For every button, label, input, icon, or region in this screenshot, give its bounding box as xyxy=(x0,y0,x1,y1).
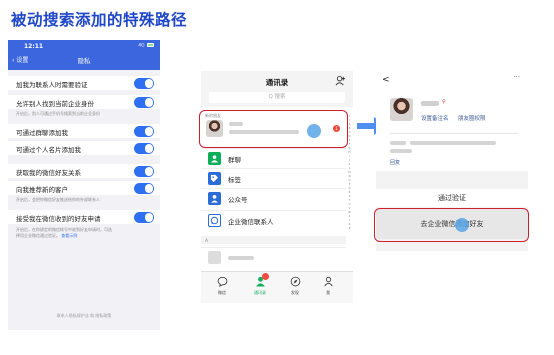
tab-me[interactable]: 我 xyxy=(313,276,343,296)
group-chat-icon xyxy=(208,152,221,165)
toggle-switch[interactable] xyxy=(134,126,154,137)
item-label: 企业微信联系人 xyxy=(228,218,274,226)
bottom-tab-bar: 微信 通讯录 发现 我 xyxy=(201,271,353,303)
blurred-text xyxy=(390,141,406,145)
blurred-name xyxy=(228,256,254,260)
tag-icon xyxy=(208,172,221,185)
item-label: 公众号 xyxy=(228,196,248,204)
tab-discover[interactable]: 发现 xyxy=(280,276,310,296)
unread-badge xyxy=(262,273,269,280)
status-signal: 4G xyxy=(138,43,154,49)
toggle-switch[interactable] xyxy=(134,183,154,194)
contact-row[interactable] xyxy=(201,247,346,266)
profile-card: < ··· ♀ 设置备注名 朋友圈权限 回复 xyxy=(376,71,528,171)
setting-row-find-enterprise-identity: 允许别人找到当前企业身份 xyxy=(8,95,160,109)
tab-label: 微信 xyxy=(218,290,226,295)
section-letter: A xyxy=(205,239,209,244)
contacts-item-wecom[interactable]: 企业微信联系人 xyxy=(201,210,346,229)
privacy-footer[interactable]: 联系人隐私保护法 和 隐私政策 xyxy=(8,313,160,319)
privacy-header: 12:11 4G ‹ 设置 隐私 xyxy=(8,40,160,70)
note-text: 择用企业微信通过验证。 xyxy=(16,233,60,238)
note-line: 择用企业微信通过验证。 查看示例 xyxy=(16,233,156,239)
wecom-contacts-icon xyxy=(208,214,221,227)
tap-indicator xyxy=(307,124,321,138)
blurred-text xyxy=(410,141,496,145)
blurred-text xyxy=(390,149,412,153)
setting-row-wechat-relations: 获取我的微信好友关系 xyxy=(8,164,160,178)
tab-label: 我 xyxy=(326,290,330,295)
setting-row-accept-wechat-requests: 接受我在微信收到的好友申请 xyxy=(8,210,160,224)
setting-row-require-verification: 加我为联系人时需要验证 xyxy=(8,76,160,90)
view-example-link[interactable]: 查看示例 xyxy=(61,233,77,238)
highlight-frame xyxy=(374,208,529,242)
moments-permission-link[interactable]: 朋友圈权限 xyxy=(458,114,486,122)
toggle-switch[interactable] xyxy=(134,143,154,154)
status-time: 12:11 xyxy=(24,43,44,50)
avatar xyxy=(390,98,413,121)
item-label: 群聊 xyxy=(228,156,241,164)
tab-wechat[interactable]: 微信 xyxy=(207,276,237,296)
compass-icon xyxy=(290,276,300,287)
privacy-settings-screen: 12:11 4G ‹ 设置 隐私 加我为联系人时需要验证 允许别人找到当前企业身… xyxy=(8,40,160,330)
setting-label: 获取我的微信好友关系 xyxy=(16,169,81,177)
setting-label: 加我为联系人时需要验证 xyxy=(16,81,88,89)
setting-note: 开启后，别人可通过手机号搜索到当前企业身份 xyxy=(16,111,100,116)
tap-indicator xyxy=(455,218,469,232)
official-account-icon xyxy=(208,192,221,205)
signal-label: 4G xyxy=(138,43,145,49)
reply-link[interactable]: 回复 xyxy=(390,159,400,166)
nav-title: 隐私 xyxy=(77,57,91,65)
setting-label: 接受我在微信收到的好友申请 xyxy=(16,215,101,223)
item-label: 标签 xyxy=(228,176,241,184)
toggle-switch[interactable] xyxy=(134,212,154,223)
contacts-item-group-chats[interactable]: 群聊 xyxy=(201,148,346,167)
blurred-name xyxy=(421,101,439,106)
page-title: 被动搜索添加的特殊路径 xyxy=(11,11,188,29)
divider xyxy=(390,133,518,134)
back-button[interactable]: < xyxy=(382,75,390,85)
toggle-switch[interactable] xyxy=(134,78,154,89)
search-input[interactable]: Q 搜索 xyxy=(209,92,345,103)
setting-label: 可通过个人名片添加我 xyxy=(16,146,81,154)
setting-label: 可通过群聊添加我 xyxy=(16,129,68,137)
setting-row-add-via-card: 可通过个人名片添加我 xyxy=(8,141,160,155)
setting-note: 开启后，在你绑定的微信帐号中收到好友申请时，可选 择用企业微信通过验证。 查看示… xyxy=(16,227,156,239)
contacts-screen: 通讯录 Q 搜索 新的朋友 1 群聊 标签 公众号 企业微信联系人 A ↑ ☆ … xyxy=(201,71,353,303)
highlight-frame xyxy=(199,110,348,148)
more-icon[interactable]: ··· xyxy=(513,73,520,81)
contacts-title: 通讯录 xyxy=(265,78,289,87)
female-icon: ♀ xyxy=(442,99,446,105)
tab-label: 发现 xyxy=(291,290,299,295)
index-letter[interactable]: # xyxy=(347,227,352,231)
add-contact-icon[interactable] xyxy=(335,75,346,86)
setting-label: 允许别人找到当前企业身份 xyxy=(16,100,94,108)
person-icon xyxy=(323,276,333,287)
chat-bubble-icon xyxy=(217,276,227,287)
battery-icon xyxy=(147,43,154,47)
setting-row-add-via-group: 可通过群聊添加我 xyxy=(8,124,160,138)
toggle-switch[interactable] xyxy=(134,97,154,108)
set-remark-link[interactable]: 设置备注名 xyxy=(421,114,449,122)
setting-label: 向我推荐新的客户 xyxy=(16,186,68,194)
tab-contacts[interactable]: 通讯录 xyxy=(245,273,275,296)
setting-note: 开启后，会把你微信好友推送给你的外部联系人 xyxy=(16,197,100,202)
toggle-switch[interactable] xyxy=(134,166,154,177)
verify-button[interactable]: 通过验证 xyxy=(376,189,528,207)
tab-label: 通讯录 xyxy=(254,290,266,295)
contacts-header: 通讯录 Q 搜索 xyxy=(201,71,353,107)
section-header-bg xyxy=(201,236,346,244)
contacts-item-tags[interactable]: 标签 xyxy=(201,168,346,187)
setting-row-recommend-customers: 向我推荐新的客户 xyxy=(8,181,160,195)
contacts-item-official-accounts[interactable]: 公众号 xyxy=(201,188,346,207)
avatar xyxy=(208,251,221,264)
